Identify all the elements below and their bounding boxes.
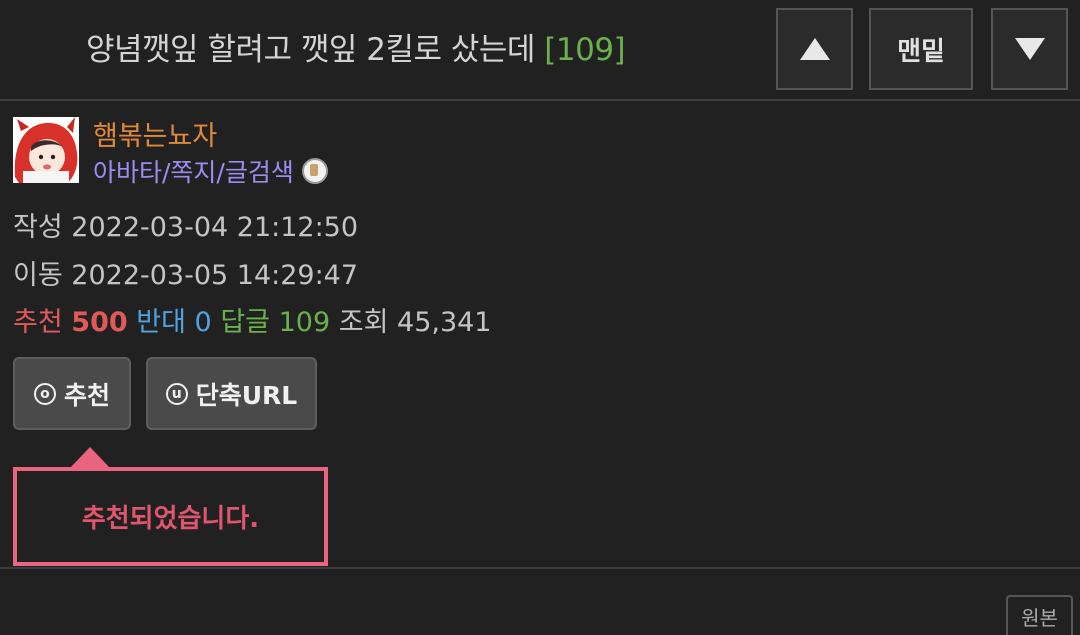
original-button[interactable]: 원본 bbox=[1006, 595, 1073, 635]
level-badge-icon bbox=[301, 158, 328, 184]
short-url-button[interactable]: u 단축URL bbox=[146, 357, 317, 430]
views-count: 45,341 bbox=[397, 307, 492, 338]
recommend-button[interactable]: o 추천 bbox=[13, 357, 131, 430]
author-links-text[interactable]: 아바타/쪽지/글검색 bbox=[93, 158, 294, 187]
tooltip-message: 추천되었습니다. bbox=[81, 504, 260, 534]
created-value: 2022-03-04 21:12:50 bbox=[71, 212, 359, 243]
oppose-count: 0 bbox=[194, 307, 212, 338]
moved-date: 이동 2022-03-05 14:29:47 bbox=[13, 253, 358, 292]
replies-count: 109 bbox=[278, 307, 331, 338]
views-label: 조회 bbox=[338, 307, 389, 338]
short-url-button-label: 단축URL bbox=[195, 380, 298, 410]
recommend-button-label: 추천 bbox=[63, 380, 110, 410]
avatar[interactable] bbox=[13, 117, 79, 183]
triangle-up-icon bbox=[799, 38, 830, 60]
scroll-up-button[interactable] bbox=[776, 8, 853, 90]
recommend-label: 추천 bbox=[13, 307, 63, 338]
divider bbox=[0, 567, 1080, 569]
post-title: 양념깻잎 할려고 깻잎 2킬로 샀는데 [109] bbox=[86, 24, 626, 69]
post-stats: 추천 500 반대 0 답글 109 조회 45,341 bbox=[13, 300, 492, 339]
author-nickname[interactable]: 햄볶는뇨자 bbox=[93, 114, 217, 153]
go-bottom-button[interactable]: 맨밑 bbox=[869, 8, 973, 90]
recommend-tooltip: 추천되었습니다. bbox=[13, 467, 328, 566]
recommend-count: 500 bbox=[71, 307, 128, 338]
url-circle-icon: u bbox=[165, 382, 188, 405]
post-title-text: 양념깻잎 할려고 깻잎 2킬로 샀는데 bbox=[86, 32, 535, 68]
replies-label: 답글 bbox=[220, 307, 270, 338]
post-header: 양념깻잎 할려고 깻잎 2킬로 샀는데 [109] 맨밑 bbox=[0, 0, 1080, 101]
created-date: 작성 2022-03-04 21:12:50 bbox=[13, 205, 358, 244]
tooltip-arrow bbox=[70, 447, 110, 468]
moved-value: 2022-03-05 14:29:47 bbox=[71, 260, 359, 291]
reply-count: [109] bbox=[544, 32, 626, 68]
author-links[interactable]: 아바타/쪽지/글검색 bbox=[93, 153, 328, 189]
created-label: 작성 bbox=[13, 212, 63, 243]
triangle-down-icon bbox=[1014, 38, 1045, 60]
oppose-label: 반대 bbox=[136, 307, 186, 338]
scroll-down-button[interactable] bbox=[991, 8, 1068, 90]
recommend-circle-icon: o bbox=[33, 382, 56, 405]
moved-label: 이동 bbox=[13, 260, 63, 291]
